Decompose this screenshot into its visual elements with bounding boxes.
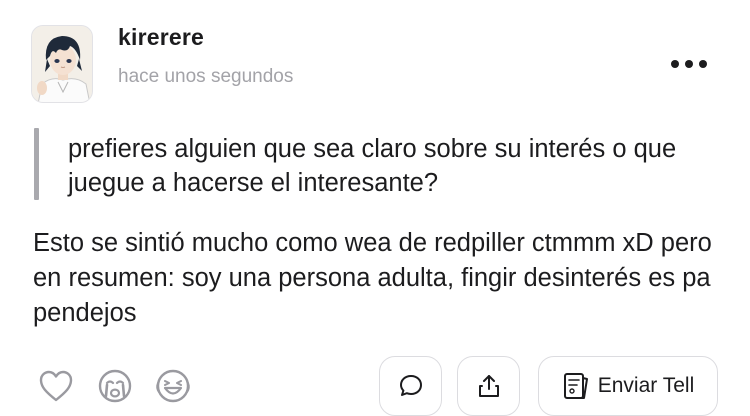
like-reaction-button[interactable]: [36, 366, 76, 406]
heart-outline-icon: [39, 370, 73, 402]
more-dot-icon: [671, 60, 679, 68]
send-tell-label: Enviar Tell: [597, 374, 695, 397]
more-options-button[interactable]: [664, 52, 714, 76]
laughing-reaction-button[interactable]: [153, 366, 193, 406]
comment-bubble-icon: [399, 375, 422, 396]
question-text: prefieres alguien que sea claro sobre su…: [68, 135, 677, 197]
quote-bar: [34, 128, 39, 200]
crying-face-icon: [98, 369, 132, 403]
avatar[interactable]: [31, 25, 93, 103]
quoted-question: prefieres alguien que sea claro sobre su…: [34, 128, 724, 200]
post-timestamp: hace unos segundos: [118, 66, 294, 87]
laughing-face-icon: [156, 369, 190, 403]
comment-button[interactable]: [379, 356, 442, 416]
answer-text: Esto se sintió mucho como wea de redpill…: [33, 229, 712, 327]
tell-card-icon: [563, 373, 588, 399]
post-card: kirerere hace unos segundos prefieres al…: [0, 0, 750, 416]
send-tell-button[interactable]: Enviar Tell: [538, 356, 718, 416]
share-button[interactable]: [457, 356, 520, 416]
more-dot-icon: [685, 60, 693, 68]
avatar-image: [32, 26, 92, 102]
share-icon: [478, 375, 499, 397]
crying-reaction-button[interactable]: [95, 366, 135, 406]
more-dot-icon: [699, 60, 707, 68]
author-name[interactable]: kirerere: [118, 24, 204, 51]
